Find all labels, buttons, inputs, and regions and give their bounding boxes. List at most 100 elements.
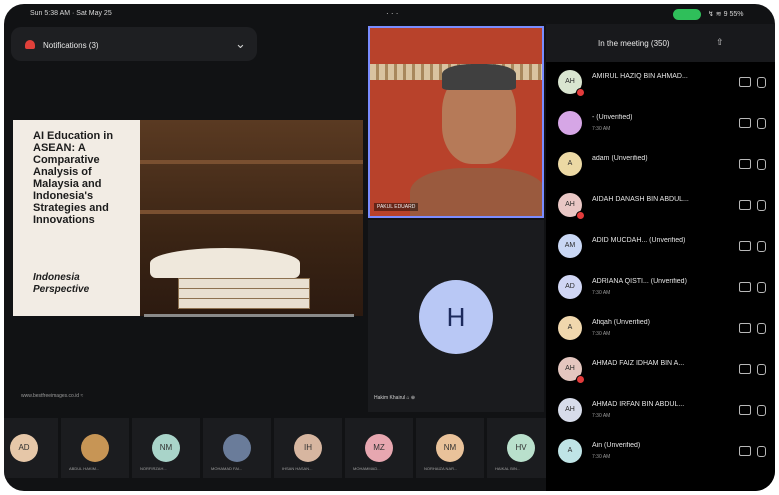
status-time: Sun 5:38 AM · Sat May 25: [30, 10, 112, 17]
avatar: AD: [558, 275, 582, 299]
mic-icon[interactable]: [739, 364, 751, 374]
participant-row[interactable]: AD ADRIANA QISTI... (Unverified) 7:30 AM: [546, 269, 775, 310]
camera-icon[interactable]: [757, 282, 766, 293]
open-book-image: [150, 248, 300, 278]
avatar: NM: [152, 434, 180, 462]
avatar: [558, 111, 582, 135]
participant-row[interactable]: A adam (Unverified): [546, 146, 775, 187]
participant-time: 7:30 AM: [592, 331, 611, 337]
slide-bookshelf-image: [140, 120, 363, 316]
participant-name: AHMAD FAIZ IDHAM BIN A...: [592, 360, 685, 367]
slide-title: AI Education in ASEAN: A Comparative Ana…: [33, 130, 114, 226]
participant-row[interactable]: - (Unverified) 7:30 AM: [546, 105, 775, 146]
bell-icon: [25, 40, 35, 49]
speaker-hair: [442, 64, 516, 90]
mic-icon[interactable]: [739, 159, 751, 169]
participant-row[interactable]: A Ain (Unverified) 7:30 AM: [546, 433, 775, 474]
active-call-pill[interactable]: [673, 9, 701, 20]
avatar: AD: [10, 434, 38, 462]
participant-name: - (Unverified): [592, 114, 633, 121]
participants-title: In the meeting (350): [598, 39, 670, 48]
avatar: H: [419, 280, 493, 354]
participant-name: adam (Unverified): [592, 155, 648, 162]
mic-icon[interactable]: [739, 446, 751, 456]
speaker-video-tile[interactable]: PAKUL EDUARD: [368, 26, 544, 218]
participant-name: ADID MUCDAH... (Unverified): [592, 237, 686, 244]
mic-icon[interactable]: [739, 118, 751, 128]
avatar: AM: [558, 234, 582, 258]
participant-row[interactable]: AH AIDAH DANASH BIN ABDUL...: [546, 187, 775, 228]
participant-name: AMIRUL HAZIQ BIN AHMAD...: [592, 73, 688, 80]
strip-tile[interactable]: IH IHSAN HASAN...: [274, 418, 342, 478]
participant-name: ADRIANA QISTI... (Unverified): [592, 278, 687, 285]
camera-icon[interactable]: [757, 118, 766, 129]
chevron-down-icon[interactable]: ⌄: [235, 36, 246, 52]
participant-row[interactable]: AM ADID MUCDAH... (Unverified): [546, 228, 775, 269]
camera-icon[interactable]: [757, 446, 766, 457]
camera-icon[interactable]: [757, 200, 766, 211]
strip-label: NORFIRZAH...: [140, 466, 167, 471]
participant-row[interactable]: AH AHMAD FAIZ IDHAM BIN A...: [546, 351, 775, 392]
slide-source-caption: www.bestfreeimages.co.id ≈: [21, 393, 84, 399]
participants-panel: In the meeting (350) ⇧ AH AMIRUL HAZIQ B…: [546, 24, 775, 491]
mic-icon[interactable]: [739, 200, 751, 210]
avatar: HV: [507, 434, 535, 462]
status-bar: Sun 5:38 AM · Sat May 25 · · · ↯ ≋ 9 55%: [4, 4, 775, 24]
camera-icon[interactable]: [757, 77, 766, 88]
participant-time: 7:30 AM: [592, 413, 611, 419]
multitask-dots[interactable]: · · ·: [386, 9, 398, 18]
notifications-dropdown[interactable]: Notifications (3) ⌄: [11, 27, 257, 61]
status-badge: [576, 211, 585, 220]
camera-icon[interactable]: [757, 323, 766, 334]
strip-tile[interactable]: NM NORHAIZA NAR...: [416, 418, 484, 478]
avatar: A: [558, 439, 582, 463]
strip-tile[interactable]: MZ MOHAMMAD...: [345, 418, 413, 478]
mic-icon[interactable]: [739, 241, 751, 251]
mic-icon[interactable]: [739, 405, 751, 415]
participant-name: Afiqah (Unverified): [592, 319, 650, 326]
mic-icon[interactable]: [739, 323, 751, 333]
speaker-name-tag: PAKUL EDUARD: [374, 203, 419, 211]
participant-row[interactable]: AH AMIRUL HAZIQ BIN AHMAD...: [546, 64, 775, 105]
participant-strip: AD ABDUL HAKIM... NM NORFIRZAH... MOHAMA…: [4, 418, 555, 491]
strip-label: MOHAMMAD...: [353, 466, 381, 471]
strip-label: MOHAMAD FAI...: [211, 466, 243, 471]
strip-tile[interactable]: HV HAIKAL BIN...: [487, 418, 555, 478]
participant-time: 7:30 AM: [592, 126, 611, 132]
slide-subtitle: Indonesia Perspective: [33, 272, 90, 295]
participant-row[interactable]: AH AHMAD IRFAN BIN ABDUL... 7:30 AM: [546, 392, 775, 433]
mic-icon[interactable]: [739, 77, 751, 87]
avatar: AH: [558, 398, 582, 422]
share-icon[interactable]: ⇧: [716, 37, 724, 48]
participants-header: In the meeting (350) ⇧: [546, 24, 775, 62]
camera-icon[interactable]: [757, 364, 766, 375]
strip-tile[interactable]: AD: [4, 418, 58, 478]
participant-row[interactable]: A Afiqah (Unverified) 7:30 AM: [546, 310, 775, 351]
participant-time: 7:30 AM: [592, 454, 611, 460]
notifications-label: Notifications (3): [43, 41, 99, 50]
participant-name: AHMAD IRFAN BIN ABDUL...: [592, 401, 685, 408]
participant-tile-h[interactable]: H Hakim Khairul ⌂ ⊕: [368, 220, 544, 412]
strip-label: HAIKAL BIN...: [495, 466, 521, 471]
status-badge: [576, 375, 585, 384]
slide-text-panel: AI Education in ASEAN: A Comparative Ana…: [13, 120, 140, 316]
avatar: IH: [294, 434, 322, 462]
participant-time: 7:30 AM: [592, 290, 611, 296]
avatar: A: [558, 152, 582, 176]
shared-screen-slide: AI Education in ASEAN: A Comparative Ana…: [13, 120, 363, 316]
participant-name: Ain (Unverified): [592, 442, 641, 449]
strip-tile[interactable]: NM NORFIRZAH...: [132, 418, 200, 478]
strip-tile[interactable]: MOHAMAD FAI...: [203, 418, 271, 478]
camera-icon[interactable]: [757, 159, 766, 170]
avatar: NM: [436, 434, 464, 462]
camera-icon[interactable]: [757, 241, 766, 252]
camera-icon[interactable]: [757, 405, 766, 416]
strip-label: NORHAIZA NAR...: [424, 466, 458, 471]
participant-name: AIDAH DANASH BIN ABDUL...: [592, 196, 689, 203]
avatar: [223, 434, 251, 462]
mic-icon[interactable]: [739, 282, 751, 292]
system-indicators: ↯ ≋ 9 55%: [708, 11, 744, 18]
strip-tile[interactable]: ABDUL HAKIM...: [61, 418, 129, 478]
device-frame: Sun 5:38 AM · Sat May 25 · · · ↯ ≋ 9 55%…: [4, 4, 775, 491]
status-badge: [576, 88, 585, 97]
